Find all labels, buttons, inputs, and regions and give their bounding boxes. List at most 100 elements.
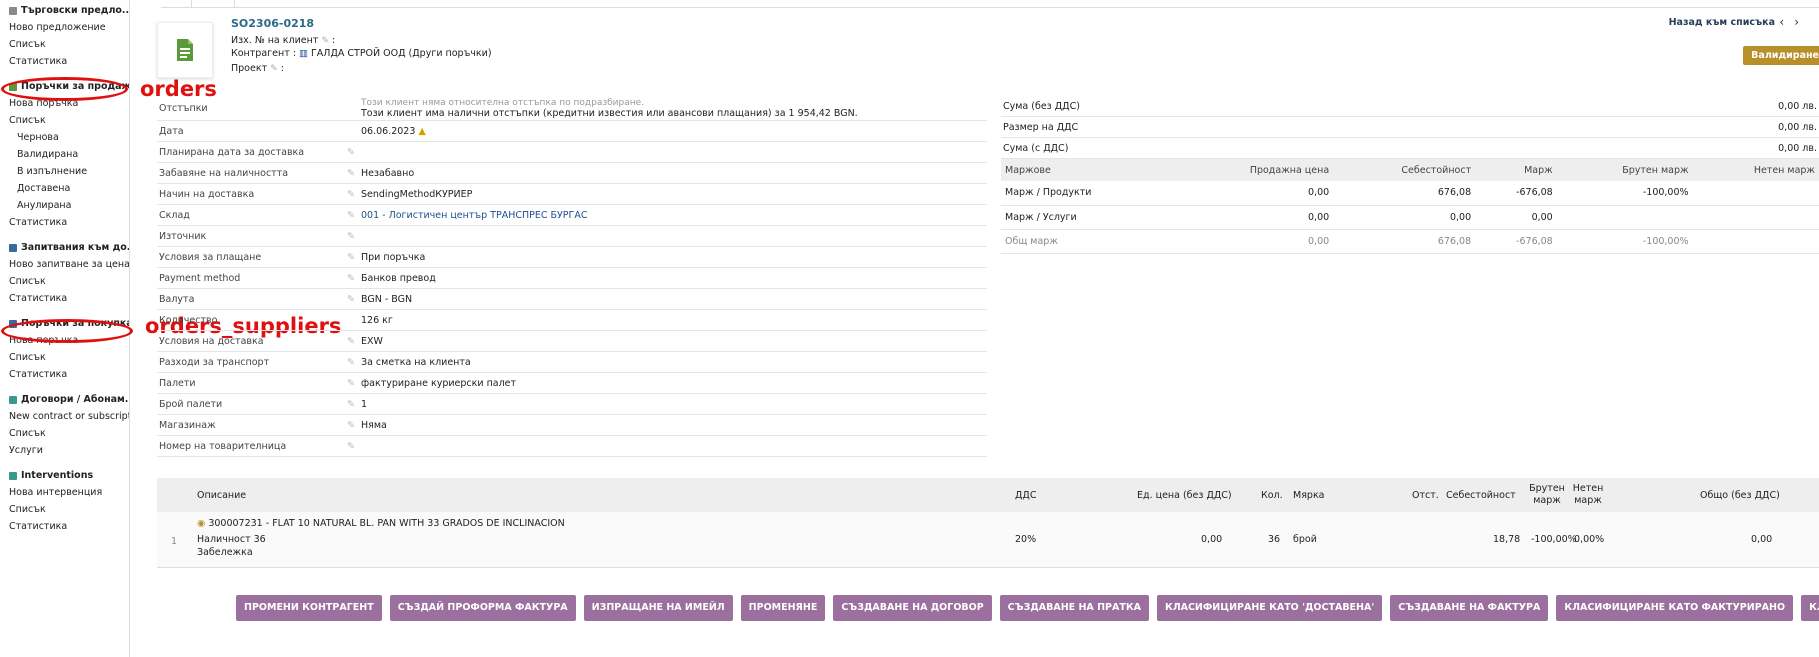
validate-button[interactable]: Валидиране — [1743, 46, 1819, 65]
col-discount: Отст. — [1412, 489, 1439, 501]
field-value: Незабавно — [361, 168, 987, 179]
edit-pencil-icon[interactable]: ✎ — [347, 357, 361, 368]
edit-pencil-icon[interactable]: ✎ — [347, 189, 361, 200]
product-link[interactable]: 300007231 - FLAT 10 NATURAL BL. PAN WITH… — [208, 518, 564, 529]
sidebar-item[interactable]: Статистика — [9, 366, 129, 383]
edit-pencil-icon[interactable]: ✎ — [347, 147, 361, 158]
table-row[interactable]: 1 ◉ 300007231 - FLAT 10 NATURAL BL. PAN … — [157, 512, 1819, 568]
order-lines: Описание ДДС Ед. цена (без ДДС) Кол. Мяр… — [157, 478, 1819, 568]
field-value-text[interactable]: 001 - Логистичен център ТРАНСПРЕС БУРГАС — [361, 210, 587, 221]
sidebar-item[interactable]: Статистика — [9, 53, 129, 70]
sidebar-group: Interventions Нова интервенция Списък Стати… — [0, 467, 129, 535]
back-to-list-link[interactable]: Назад към списъка — [1669, 17, 1775, 28]
action-button[interactable]: СЪЗДАВАНЕ НА ФАКТУРА — [1390, 595, 1549, 621]
field-row: Забавяне на наличността ✎ Незабавно — [157, 163, 987, 184]
sidebar-item[interactable]: Нова интервенция — [9, 484, 129, 501]
sidebar-item[interactable]: Статистика — [9, 290, 129, 307]
sidebar-item[interactable]: Анулирана — [9, 197, 129, 214]
margin-cell: Марж / Услуги — [1001, 205, 1174, 230]
field-value: Този клиент няма относителна отстъпка по… — [361, 98, 987, 119]
edit-pencil-icon[interactable]: ✎ — [347, 210, 361, 221]
edit-pencil-icon[interactable]: ✎ — [347, 441, 361, 452]
sidebar-group-label: Запитвания към до... — [21, 242, 129, 253]
product-icon: ◉ — [197, 518, 206, 529]
table-row: Марж / Продукти 0,00 676,08 -676,08 -100,00% — [1001, 181, 1819, 206]
line-cost: 18,78 — [1493, 534, 1521, 545]
field-value: SendingMethodКУРИЕР — [361, 189, 987, 200]
prev-next-arrows: ‹› — [1779, 15, 1809, 29]
sidebar-item[interactable]: Списък — [9, 36, 129, 53]
action-button[interactable]: ИЗПРАЩАНЕ НА ИМЕЙЛ — [583, 595, 733, 621]
line-number: 1 — [171, 536, 178, 547]
sidebar-group-label: Договори / Абонам... — [21, 394, 129, 405]
sidebar-item[interactable]: Списък — [9, 273, 129, 290]
sidebar-group-title[interactable]: Interventions — [9, 467, 129, 484]
sidebar-item[interactable]: В изпълнение — [9, 163, 129, 180]
action-button[interactable]: СЪЗДАЙ ПРОФОРМА ФАКТУРА — [389, 595, 576, 621]
client-ref-label: Изх. № на клиент — [231, 35, 319, 46]
action-button[interactable]: КЛАСИФИЦИРАНЕ КАТО ФАКТУРИРАНО — [1556, 595, 1794, 621]
sidebar-item[interactable]: Статистика — [9, 518, 129, 535]
edit-pencil-icon[interactable]: ✎ — [347, 294, 361, 305]
margin-col-header: Маржове — [1001, 159, 1174, 181]
sidebar-item[interactable]: Статистика — [9, 214, 129, 231]
edit-pencil-icon[interactable]: ✎ — [321, 36, 329, 46]
field-label: Брой палети — [159, 398, 223, 410]
edit-pencil-icon[interactable]: ✎ — [347, 399, 361, 410]
field-row: Източник ✎ — [157, 226, 987, 247]
field-row: Разходи за транспорт ✎ За сметка на клиент… — [157, 352, 987, 373]
edit-pencil-icon[interactable]: ✎ — [347, 252, 361, 263]
action-button[interactable]: ПРОМЕНЯНЕ — [740, 595, 826, 621]
field-row: Условия на доставка ✎ EXW — [157, 331, 987, 352]
chevron-left-icon[interactable]: ‹ — [1779, 15, 1794, 29]
table-row: Марж / Услуги 0,00 0,00 0,00 — [1001, 205, 1819, 230]
field-value: 1 — [361, 399, 987, 410]
margins-table: Маржове Продажна цена Себестойност Марж Брут… — [1001, 159, 1819, 254]
edit-pencil-icon[interactable]: ✎ — [347, 168, 361, 179]
order-fields: Отстъпки Този клиент няма относителна отс… — [157, 96, 987, 457]
sidebar-item[interactable]: Списък — [9, 349, 129, 366]
sidebar-group: Договори / Абонам... New contract or subs… — [0, 391, 129, 459]
action-button[interactable]: СЪЗДАВАНЕ НА ПРАТКА — [999, 595, 1149, 621]
sidebar-item[interactable]: Ново запитване за цена — [9, 256, 129, 273]
chevron-right-icon[interactable]: › — [1794, 15, 1809, 29]
sidebar-item[interactable]: Доставена — [9, 180, 129, 197]
field-label: Начин на доставка — [159, 188, 255, 200]
sidebar-group-title[interactable]: Търговски предло... — [9, 2, 129, 19]
tab[interactable] — [191, 0, 235, 8]
margin-col-header: Брутен марж — [1556, 159, 1693, 181]
action-button[interactable]: ПРОМЕНИ КОНТРАГЕНТ — [236, 595, 382, 621]
edit-pencil-icon[interactable]: ✎ — [347, 273, 361, 284]
field-row: Палети ✎ фактуриране куриерски палет — [157, 373, 987, 394]
sidebar-group-title[interactable]: Запитвания към до... — [9, 239, 129, 256]
edit-pencil-icon[interactable]: ✎ — [347, 420, 361, 431]
action-button[interactable]: КЛОНИРАНЕ — [1801, 595, 1819, 621]
sidebar-item[interactable]: Списък — [9, 425, 129, 442]
sidebar-item[interactable]: Списък — [9, 112, 129, 129]
field-value-text: фактуриране куриерски палет — [361, 377, 517, 389]
field-value: фактуриране куриерски палет — [361, 378, 987, 389]
edit-pencil-icon[interactable]: ✎ — [347, 378, 361, 389]
sidebar-group: Запитвания към до... Ново запитване за це… — [0, 239, 129, 307]
field-value: 001 - Логистичен център ТРАНСПРЕС БУРГАС — [361, 210, 987, 221]
margin-cell: 0,00 — [1173, 229, 1334, 254]
field-row: Отстъпки Този клиент няма относителна отс… — [157, 96, 987, 121]
field-value: За сметка на клиента — [361, 357, 987, 368]
edit-pencil-icon[interactable]: ✎ — [270, 64, 278, 74]
sidebar-item[interactable]: Ново предложение — [9, 19, 129, 36]
sidebar-group-title[interactable]: Договори / Абонам... — [9, 391, 129, 408]
field-row: Дата 06.06.2023 ▲ — [157, 121, 987, 142]
sidebar-item[interactable]: New contract or subscript... — [9, 408, 129, 425]
field-value-text: При поръчка — [361, 251, 426, 263]
action-button[interactable]: СЪЗДАВАНЕ НА ДОГОВОР — [833, 595, 992, 621]
sidebar-item[interactable]: Услуги — [9, 442, 129, 459]
sum-row: Сума (с ДДС) 0,00 лв. — [1001, 138, 1819, 159]
sidebar-item[interactable]: Списък — [9, 501, 129, 518]
action-button[interactable]: КЛАСИФИЦИРАНЕ КАТО 'ДОСТАВЕНА' — [1156, 595, 1383, 621]
edit-pencil-icon[interactable]: ✎ — [347, 231, 361, 242]
edit-pencil-icon[interactable]: ✎ — [347, 336, 361, 347]
sidebar-item[interactable]: Чернова — [9, 129, 129, 146]
sidebar-item[interactable]: Валидирана — [9, 146, 129, 163]
contragent-link[interactable]: ГАЛДА СТРОЙ ООД (Други поръчки) — [311, 48, 492, 59]
field-row: Payment method ✎ Банков превод — [157, 268, 987, 289]
